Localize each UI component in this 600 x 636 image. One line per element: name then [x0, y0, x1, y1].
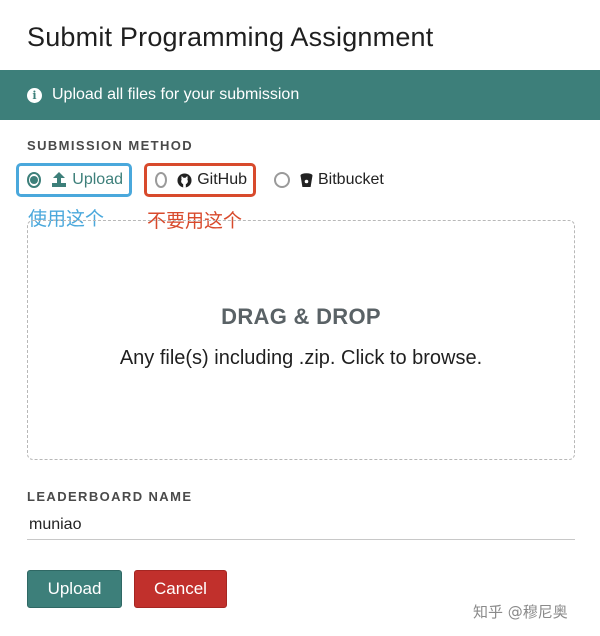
submission-method-options: Upload GitHub Bitbucket	[16, 161, 390, 199]
banner-text: Upload all files for your submission	[52, 86, 300, 103]
dropzone-subtitle: Any file(s) including .zip. Click to bro…	[119, 347, 483, 369]
github-icon	[177, 172, 192, 188]
github-radio[interactable]	[155, 172, 168, 188]
upload-option-label: Upload	[72, 171, 123, 188]
bitbucket-option-label: Bitbucket	[318, 171, 384, 188]
info-banner: i Upload all files for your submission	[0, 70, 600, 120]
leaderboard-name-input[interactable]	[27, 510, 575, 540]
leaderboard-name-label: LEADERBOARD NAME	[27, 489, 193, 504]
submission-method-label: SUBMISSION METHOD	[27, 138, 194, 153]
info-icon: i	[27, 87, 42, 103]
modal-title: Submit Programming Assignment	[27, 22, 434, 52]
upload-icon	[51, 172, 67, 188]
method-bitbucket-option[interactable]: Bitbucket	[266, 163, 390, 197]
method-upload-option[interactable]: Upload	[16, 163, 132, 197]
dropzone-title: DRAG & DROP	[221, 304, 381, 329]
upload-button[interactable]: Upload	[27, 570, 122, 608]
method-github-option[interactable]: GitHub	[144, 163, 256, 197]
bitbucket-radio[interactable]	[274, 172, 290, 188]
upload-radio[interactable]	[27, 172, 42, 188]
github-option-label: GitHub	[197, 171, 247, 188]
cancel-button[interactable]: Cancel	[134, 570, 227, 608]
file-dropzone[interactable]: DRAG & DROP Any file(s) including .zip. …	[27, 220, 575, 460]
watermark: 知乎 @穆尼奥	[473, 603, 568, 621]
bitbucket-icon	[300, 172, 313, 188]
